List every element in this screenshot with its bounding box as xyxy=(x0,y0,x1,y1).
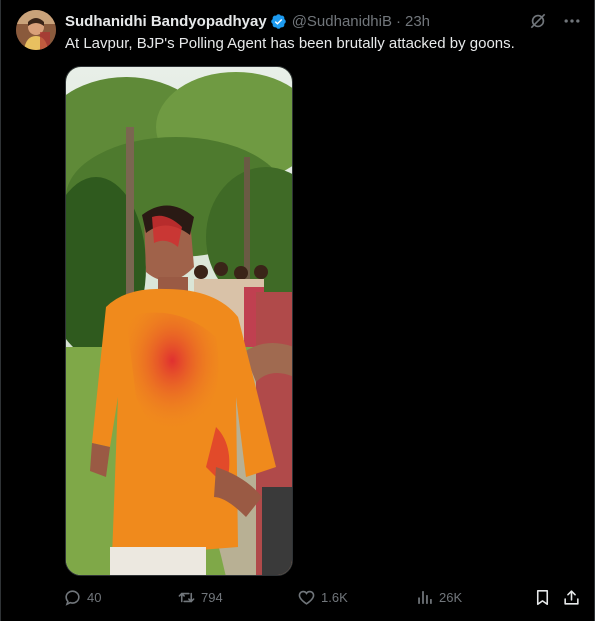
reply-button[interactable]: 40 xyxy=(63,588,101,607)
views-icon xyxy=(415,588,434,607)
separator-dot: · xyxy=(396,12,401,30)
verified-badge-icon xyxy=(270,13,287,30)
like-count: 1.6K xyxy=(321,590,348,605)
user-handle[interactable]: @SudhanidhiB xyxy=(292,13,392,30)
tweet-article[interactable]: Sudhanidhi Bandyopadhyay @SudhanidhiB · … xyxy=(0,0,595,621)
like-button[interactable]: 1.6K xyxy=(297,588,348,607)
reply-count: 40 xyxy=(87,590,102,605)
tweet-header: Sudhanidhi Bandyopadhyay @SudhanidhiB · … xyxy=(65,11,430,31)
tweet-text: At Lavpur, BJP's Polling Agent has been … xyxy=(65,35,515,52)
grok-icon[interactable] xyxy=(528,11,548,31)
more-icon[interactable] xyxy=(562,11,582,31)
share-button[interactable] xyxy=(562,588,581,607)
avatar[interactable] xyxy=(16,10,56,50)
reply-icon xyxy=(63,588,82,607)
display-name[interactable]: Sudhanidhi Bandyopadhyay xyxy=(65,13,267,30)
share-icon xyxy=(562,588,581,607)
tweet-timestamp[interactable]: 23h xyxy=(405,13,430,30)
photo-image xyxy=(66,67,292,575)
views-count: 26K xyxy=(439,590,463,605)
heart-icon xyxy=(297,588,316,607)
avatar-image xyxy=(16,10,56,50)
tweet-photo[interactable] xyxy=(65,66,293,576)
bookmark-button[interactable] xyxy=(533,588,552,607)
retweet-button[interactable]: 794 xyxy=(177,588,223,607)
tweet-actions: 40 794 1.6K 26K xyxy=(59,588,589,610)
retweet-count: 794 xyxy=(201,590,223,605)
retweet-icon xyxy=(177,588,196,607)
bookmark-icon xyxy=(533,588,552,607)
top-actions xyxy=(514,11,582,31)
views-button[interactable]: 26K xyxy=(415,588,462,607)
